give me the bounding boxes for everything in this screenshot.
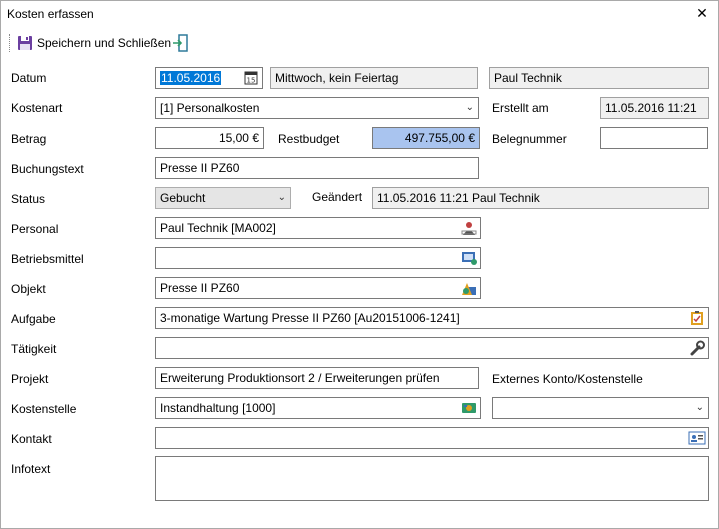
cost-center-picker-icon[interactable] [460,400,478,416]
toolbar: Speichern und Schließen [1,30,718,56]
wrench-icon[interactable] [688,340,706,356]
label-restbudget: Restbudget [278,132,340,146]
chevron-down-icon[interactable]: ⌄ [696,398,704,418]
label-belegnummer: Belegnummer [492,132,567,146]
infotext-textarea[interactable] [155,456,709,501]
personal-value: Paul Technik [MA002] [160,221,276,235]
betriebsmittel-input[interactable] [155,247,481,269]
kostenstelle-value: Instandhaltung [1000] [160,401,276,415]
datum-value: 11.05.2016 [160,71,222,85]
label-kostenstelle: Kostenstelle [11,402,77,416]
status-value: Gebucht [160,191,206,205]
equipment-picker-icon[interactable] [460,250,478,266]
label-projekt: Projekt [11,372,49,386]
taetigkeit-input[interactable] [155,337,709,359]
changed-field: 11.05.2016 11:21 Paul Technik [372,187,709,209]
datum-input[interactable]: 11.05.2016 15 [155,67,263,89]
floppy-disk-icon [18,36,32,50]
restbudget-field: 497.755,00 € [372,127,480,149]
label-geaendert: Geändert [312,190,363,204]
svg-text:15: 15 [247,77,256,85]
label-kontakt: Kontakt [11,432,52,446]
objekt-input[interactable]: Presse II PZ60 [155,277,481,299]
label-status: Status [11,192,46,206]
kostenstelle-input[interactable]: Instandhaltung [1000] [155,397,481,419]
object-picker-icon[interactable] [460,280,478,296]
created-by-field: Paul Technik [489,67,709,89]
label-buchungstext: Buchungstext [11,162,84,176]
label-aufgabe: Aufgabe [11,312,56,326]
projekt-input[interactable]: Erweiterung Produktionsort 2 / Erweiteru… [155,367,479,389]
personal-input[interactable]: Paul Technik [MA002] [155,217,481,239]
label-objekt: Objekt [11,282,46,296]
belegnummer-input[interactable] [600,127,708,149]
label-externes-konto: Externes Konto/Kostenstelle [492,372,643,386]
clipboard-task-icon[interactable] [688,310,706,326]
aufgabe-input[interactable]: 3-monatige Wartung Presse II PZ60 [Au201… [155,307,709,329]
status-select[interactable]: Gebucht ⌄ [155,187,291,209]
created-at-field: 11.05.2016 11:21 [600,97,709,119]
label-betriebsmittel: Betriebsmittel [11,252,84,266]
betrag-input[interactable]: 15,00 € [155,127,264,149]
externes-konto-select[interactable]: ⌄ [492,397,709,419]
label-betrag: Betrag [11,132,47,146]
kontakt-input[interactable] [155,427,709,449]
label-datum: Datum [11,71,47,85]
save-and-close-button[interactable]: Speichern und Schließen [17,32,171,54]
label-taetigkeit: Tätigkeit [11,342,57,356]
label-erstellt-am: Erstellt am [492,101,549,115]
chevron-down-icon[interactable]: ⌄ [278,188,286,208]
label-kostenart: Kostenart [11,101,63,115]
window-title: Kosten erfassen [7,7,94,21]
cost-entry-window: Kosten erfassen ✕ Speichern und Schließe… [0,0,719,529]
kostenart-select[interactable]: [1] Personalkosten ⌄ [155,97,479,119]
label-infotext: Infotext [11,462,51,476]
exit-button[interactable] [172,34,188,52]
aufgabe-value: 3-monatige Wartung Presse II PZ60 [Au201… [160,311,460,325]
chevron-down-icon[interactable]: ⌄ [466,98,474,118]
save-and-close-label: Speichern und Schließen [37,36,172,50]
person-picker-icon[interactable] [460,220,478,236]
toolbar-grip[interactable] [9,34,12,52]
kostenart-value: [1] Personalkosten [160,101,260,115]
title-bar: Kosten erfassen ✕ [1,1,718,27]
weekday-field: Mittwoch, kein Feiertag [270,67,478,89]
exit-door-icon [173,34,188,52]
buchungstext-input[interactable]: Presse II PZ60 [155,157,479,179]
label-personal: Personal [11,222,59,236]
calendar-icon[interactable]: 15 [242,70,260,86]
close-icon[interactable]: ✕ [694,5,710,21]
contact-card-icon[interactable] [688,430,706,446]
objekt-value: Presse II PZ60 [160,281,240,295]
